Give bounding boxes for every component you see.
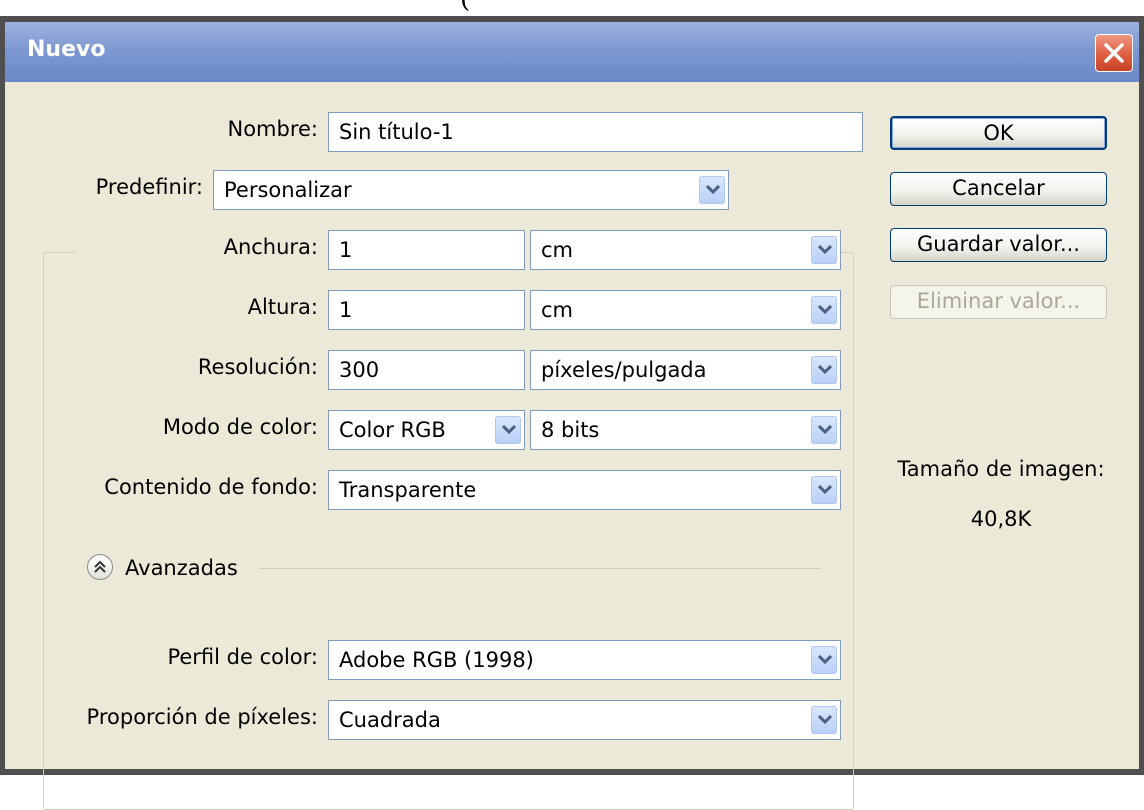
altura-unit-value: cm: [541, 298, 574, 322]
resolucion-unit-select[interactable]: píxeles/pulgada: [530, 350, 841, 390]
chevron-down-icon: [818, 245, 832, 255]
image-size-label: Tamaño de imagen:: [897, 457, 1105, 481]
bit-depth-select[interactable]: 8 bits: [530, 410, 841, 450]
modo-color-label: Modo de color:: [162, 415, 318, 439]
anchura-input[interactable]: 1: [328, 230, 525, 270]
dialog-title: Nuevo: [27, 37, 106, 62]
cancel-button[interactable]: Cancelar: [890, 172, 1107, 206]
chevron-down-icon: [818, 365, 832, 375]
perfil-color-value: Adobe RGB (1998): [339, 648, 534, 672]
avanzadas-label[interactable]: Avanzadas: [125, 556, 238, 580]
bit-depth-dropdown-button[interactable]: [811, 416, 837, 444]
proporcion-pixeles-select[interactable]: Cuadrada: [328, 700, 841, 740]
avanzadas-divider: [259, 568, 821, 569]
anchura-unit-dropdown-button[interactable]: [811, 236, 837, 264]
altura-unit-select[interactable]: cm: [530, 290, 841, 330]
contenido-fondo-label: Contenido de fondo:: [104, 475, 318, 499]
modo-color-select[interactable]: Color RGB: [328, 410, 525, 450]
chevron-down-icon: [502, 425, 516, 435]
chevron-down-icon: [818, 305, 832, 315]
contenido-fondo-dropdown-button[interactable]: [811, 476, 837, 504]
altura-unit-dropdown-button[interactable]: [811, 296, 837, 324]
anchura-unit-select[interactable]: cm: [530, 230, 841, 270]
bit-depth-value: 8 bits: [541, 418, 600, 442]
predefinir-dropdown-button[interactable]: [699, 176, 725, 204]
predefinir-value: Personalizar: [224, 178, 352, 202]
chevron-down-icon: [818, 425, 832, 435]
modo-color-value: Color RGB: [339, 418, 446, 442]
close-button[interactable]: [1095, 34, 1133, 72]
chevron-down-icon: [818, 715, 832, 725]
proporcion-pixeles-dropdown-button[interactable]: [811, 706, 837, 734]
double-chevron-up-icon: [94, 560, 106, 573]
chevron-down-icon: [818, 485, 832, 495]
chevron-down-icon: [818, 655, 832, 665]
resolucion-unit-dropdown-button[interactable]: [811, 356, 837, 384]
perfil-color-dropdown-button[interactable]: [811, 646, 837, 674]
page-top: (: [0, 0, 1144, 16]
altura-label: Altura:: [247, 295, 318, 319]
new-document-dialog: Nuevo Nombre: Sin título-1 Predefinir: P…: [0, 16, 1144, 810]
top-text-fragment: (: [460, 0, 580, 14]
resolucion-unit-value: píxeles/pulgada: [541, 358, 707, 382]
nombre-input[interactable]: Sin título-1: [328, 112, 863, 152]
close-icon: [1104, 43, 1124, 63]
proporcion-pixeles-value: Cuadrada: [339, 708, 441, 732]
image-size-value: 40,8K: [970, 507, 1032, 531]
perfil-color-select[interactable]: Adobe RGB (1998): [328, 640, 841, 680]
title-bar[interactable]: Nuevo: [5, 22, 1139, 82]
anchura-label: Anchura:: [223, 235, 318, 259]
anchura-unit-value: cm: [541, 238, 574, 262]
contenido-fondo-select[interactable]: Transparente: [328, 470, 841, 510]
contenido-fondo-value: Transparente: [339, 478, 477, 502]
chevron-down-icon: [706, 185, 720, 195]
dialog-body: Nombre: Sin título-1 Predefinir: Persona…: [5, 82, 1139, 810]
resolucion-label: Resolución:: [197, 355, 318, 379]
delete-preset-button[interactable]: Eliminar valor...: [890, 285, 1107, 319]
save-preset-button[interactable]: Guardar valor...: [890, 228, 1107, 262]
perfil-color-label: Perfil de color:: [167, 645, 318, 669]
altura-input[interactable]: 1: [328, 290, 525, 330]
proporcion-pixeles-label: Proporción de píxeles:: [86, 705, 318, 729]
avanzadas-toggle[interactable]: [87, 554, 113, 580]
nombre-label: Nombre:: [227, 117, 318, 141]
modo-color-dropdown-button[interactable]: [495, 416, 521, 444]
resolucion-input[interactable]: 300: [328, 350, 525, 390]
predefinir-select[interactable]: Personalizar: [213, 170, 729, 210]
predefinir-label: Predefinir:: [95, 175, 203, 199]
ok-button[interactable]: OK: [890, 116, 1107, 150]
